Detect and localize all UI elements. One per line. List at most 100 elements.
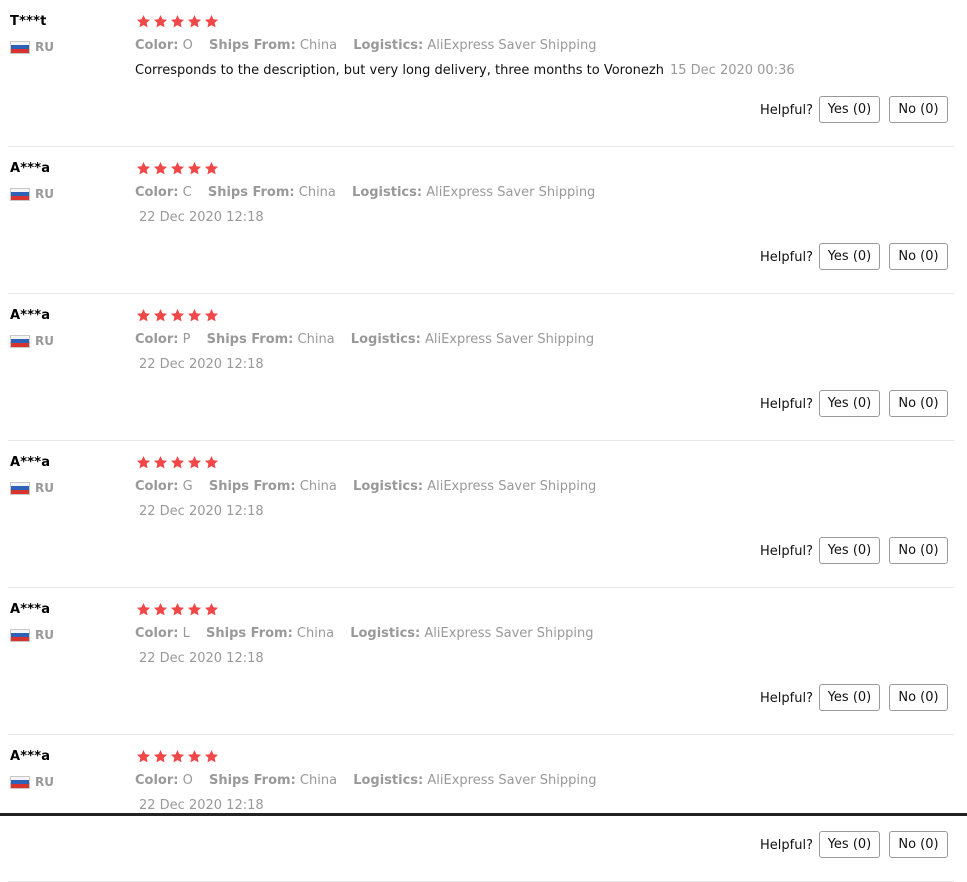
star-icon bbox=[153, 455, 168, 469]
star-icon bbox=[153, 161, 168, 175]
star-icon bbox=[170, 749, 185, 763]
helpful-no-button[interactable]: No (0) bbox=[889, 243, 948, 270]
helpful-no-button[interactable]: No (0) bbox=[889, 537, 948, 564]
color-value: O bbox=[182, 773, 193, 788]
user-name: A***a bbox=[10, 749, 51, 764]
logistics-value: AliExpress Saver Shipping bbox=[424, 332, 595, 347]
color-label: Color: bbox=[135, 479, 179, 494]
star-icon bbox=[204, 602, 219, 616]
star-icon bbox=[170, 14, 185, 28]
user-country: RU bbox=[10, 628, 54, 642]
country-code: RU bbox=[35, 187, 54, 201]
logistics-value: AliExpress Saver Shipping bbox=[427, 773, 597, 788]
star-icon bbox=[153, 602, 168, 616]
star-icon bbox=[187, 602, 202, 616]
user-name: T***t bbox=[10, 14, 47, 29]
helpful-label: Helpful? bbox=[760, 250, 813, 265]
star-icon bbox=[187, 161, 202, 175]
color-label: Color: bbox=[135, 185, 179, 200]
helpful-no-button[interactable]: No (0) bbox=[889, 390, 948, 417]
star-icon bbox=[187, 14, 202, 28]
logistics-label: Logistics: bbox=[353, 479, 424, 494]
helpful-yes-button[interactable]: Yes (0) bbox=[819, 390, 880, 417]
user-name: A***a bbox=[10, 161, 51, 176]
order-attributes: Color: O Ships From: China Logistics: Al… bbox=[135, 773, 596, 788]
order-attributes: Color: C Ships From: China Logistics: Al… bbox=[135, 185, 595, 200]
star-icon bbox=[170, 308, 185, 322]
helpful-no-button[interactable]: No (0) bbox=[889, 684, 948, 711]
star-icon bbox=[136, 161, 151, 175]
russia-flag-icon bbox=[10, 481, 30, 495]
star-icon bbox=[136, 14, 151, 28]
user-country: RU bbox=[10, 334, 54, 348]
star-icon bbox=[204, 308, 219, 322]
review-item: T***t RU Color: O Ships From: China Logi… bbox=[0, 0, 967, 147]
helpful-yes-button[interactable]: Yes (0) bbox=[819, 831, 880, 858]
ships-from-value: China bbox=[296, 626, 335, 641]
review-text: Corresponds to the description, but very… bbox=[135, 63, 664, 78]
star-rating bbox=[136, 602, 219, 617]
helpful-no-button[interactable]: No (0) bbox=[889, 831, 948, 858]
order-attributes: Color: L Ships From: China Logistics: Al… bbox=[135, 626, 593, 641]
color-label: Color: bbox=[135, 626, 179, 641]
helpful-yes-button[interactable]: Yes (0) bbox=[819, 96, 880, 123]
country-code: RU bbox=[35, 481, 54, 495]
ships-from-label: Ships From: bbox=[207, 185, 295, 200]
review-date: 15 Dec 2020 00:36 bbox=[669, 63, 795, 78]
helpful-no-button[interactable]: No (0) bbox=[889, 96, 948, 123]
star-icon bbox=[136, 749, 151, 763]
ships-from-label: Ships From: bbox=[208, 773, 296, 788]
user-name: A***a bbox=[10, 455, 51, 470]
color-label: Color: bbox=[135, 773, 179, 788]
color-value: L bbox=[182, 626, 190, 641]
helpful-label: Helpful? bbox=[760, 544, 813, 559]
user-country: RU bbox=[10, 775, 54, 789]
review-item: A***a RU Color: C Ships From: China Logi… bbox=[0, 147, 967, 294]
review-date: 22 Dec 2020 12:18 bbox=[139, 357, 264, 372]
color-label: Color: bbox=[135, 332, 179, 347]
russia-flag-icon bbox=[10, 40, 30, 54]
star-icon bbox=[204, 161, 219, 175]
star-rating bbox=[136, 749, 219, 764]
review-text-line: Corresponds to the description, but very… bbox=[135, 63, 795, 78]
order-attributes: Color: G Ships From: China Logistics: Al… bbox=[135, 479, 596, 494]
helpful-label: Helpful? bbox=[760, 103, 813, 118]
russia-flag-icon bbox=[10, 628, 30, 642]
star-icon bbox=[204, 749, 219, 763]
logistics-label: Logistics: bbox=[350, 626, 421, 641]
helpful-yes-button[interactable]: Yes (0) bbox=[819, 684, 880, 711]
helpful-yes-button[interactable]: Yes (0) bbox=[819, 537, 880, 564]
star-rating bbox=[136, 161, 219, 176]
star-icon bbox=[187, 455, 202, 469]
user-country: RU bbox=[10, 187, 54, 201]
ships-from-value: China bbox=[299, 773, 338, 788]
ships-from-value: China bbox=[299, 38, 338, 53]
logistics-value: AliExpress Saver Shipping bbox=[427, 38, 597, 53]
ships-from-label: Ships From: bbox=[208, 479, 296, 494]
star-icon bbox=[153, 14, 168, 28]
russia-flag-icon bbox=[10, 334, 30, 348]
star-rating bbox=[136, 14, 219, 29]
ships-from-value: China bbox=[297, 332, 335, 347]
logistics-label: Logistics: bbox=[350, 332, 421, 347]
review-item: A***a RU Color: P Ships From: China Logi… bbox=[0, 294, 967, 441]
star-icon bbox=[187, 749, 202, 763]
star-icon bbox=[153, 749, 168, 763]
star-icon bbox=[187, 308, 202, 322]
star-icon bbox=[153, 308, 168, 322]
logistics-label: Logistics: bbox=[353, 38, 424, 53]
ships-from-label: Ships From: bbox=[206, 332, 294, 347]
color-value: O bbox=[182, 38, 193, 53]
review-date: 22 Dec 2020 12:18 bbox=[139, 651, 264, 666]
ships-from-value: China bbox=[298, 185, 336, 200]
user-country: RU bbox=[10, 481, 54, 495]
review-item: A***a RU Color: G Ships From: China Logi… bbox=[0, 441, 967, 588]
star-icon bbox=[136, 455, 151, 469]
star-icon bbox=[170, 455, 185, 469]
color-value: P bbox=[182, 332, 191, 347]
order-attributes: Color: P Ships From: China Logistics: Al… bbox=[135, 332, 594, 347]
helpful-yes-button[interactable]: Yes (0) bbox=[819, 243, 880, 270]
star-icon bbox=[136, 602, 151, 616]
star-icon bbox=[204, 455, 219, 469]
country-code: RU bbox=[35, 334, 54, 348]
